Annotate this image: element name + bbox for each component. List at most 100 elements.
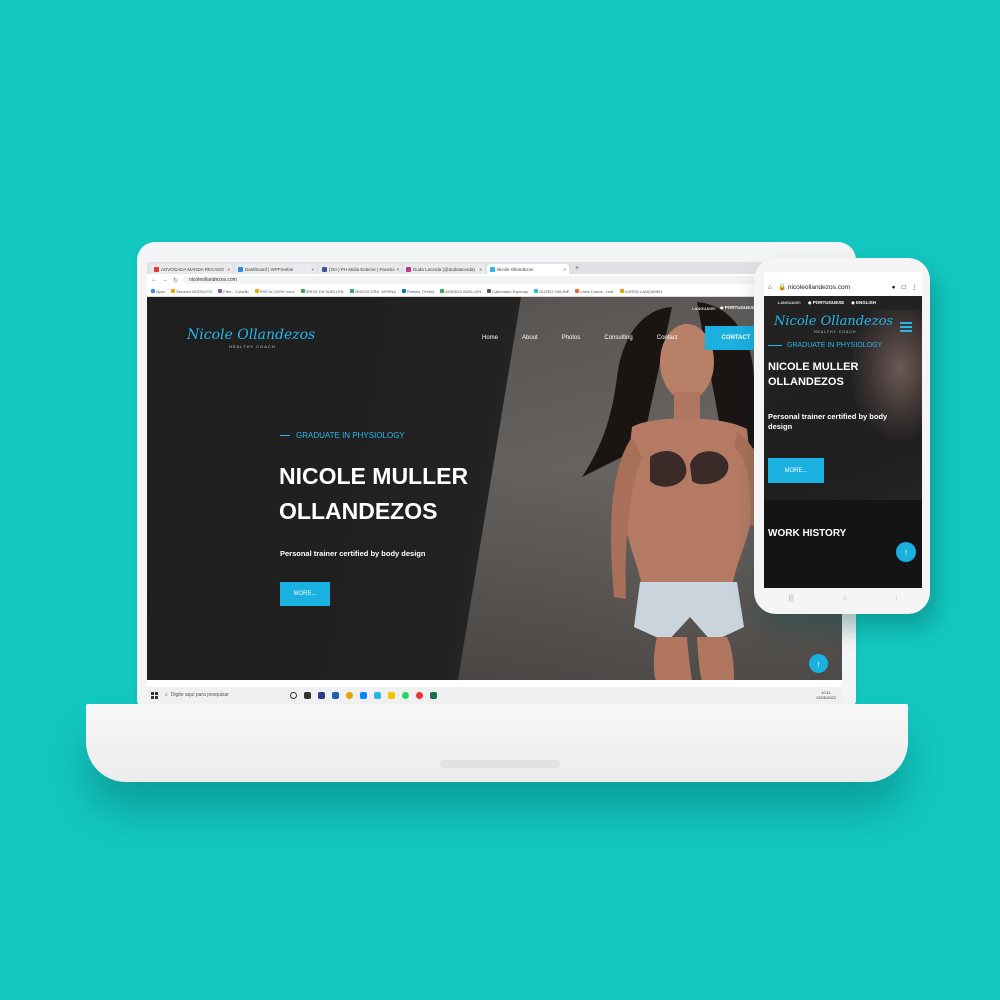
app-icon[interactable] bbox=[374, 691, 381, 699]
bookmark-label: Free - Colorlib bbox=[223, 288, 249, 294]
clock-date: 12/05/2022 bbox=[815, 695, 836, 700]
close-icon[interactable]: × bbox=[309, 267, 314, 272]
search-icon: ⌕ bbox=[165, 692, 168, 698]
browser-tab-active[interactable]: Nicole Ollandezos × bbox=[487, 264, 569, 274]
bookmark-item[interactable]: VÍDEOS DRA. MYRNA bbox=[349, 288, 396, 294]
bookmarks-bar: Apps Servidor NODDUTO Free - Colorlib RS… bbox=[147, 286, 842, 297]
home-button-icon[interactable]: ○ bbox=[842, 595, 846, 602]
whatsapp-icon[interactable] bbox=[402, 691, 409, 699]
windows-taskbar: ⌕ Digite aqui para pesquisar 10:11 12/05/2… bbox=[147, 687, 842, 703]
nav-item-photos[interactable]: Photos bbox=[562, 335, 581, 341]
more-button[interactable]: MORE... bbox=[280, 582, 330, 606]
back-icon[interactable]: ‹ bbox=[895, 595, 897, 602]
logo-tagline: HEALTHY COACH bbox=[814, 330, 857, 334]
photoshop-icon[interactable] bbox=[318, 691, 325, 699]
system-tray-clock[interactable]: 10:11 12/05/2022 bbox=[816, 690, 842, 700]
microphone-icon[interactable]: ● bbox=[892, 284, 896, 291]
bookmark-item[interactable]: Calendário Exploraç bbox=[487, 289, 528, 294]
home-icon[interactable]: ⌂ bbox=[768, 284, 772, 291]
apps-icon bbox=[151, 289, 155, 293]
bookmark-icon bbox=[575, 289, 580, 293]
phone-device: ⌂ 🔒 nicoleollandezos.com ● □ ⋮ LANGUAGE:… bbox=[754, 258, 930, 614]
accent-line bbox=[280, 435, 290, 436]
close-icon[interactable]: × bbox=[225, 267, 230, 272]
taskbar-search[interactable]: ⌕ Digite aqui para pesquisar bbox=[165, 692, 283, 698]
phone-nav-bar: ||| ○ ‹ bbox=[764, 588, 922, 608]
browser-tab[interactable]: ADVOGADA MANDA RECADO × bbox=[151, 264, 233, 274]
more-menu-icon[interactable]: ⋮ bbox=[912, 283, 919, 291]
hamburger-menu-icon[interactable] bbox=[900, 322, 912, 334]
language-selector-portuguese[interactable]: ◆ PORTUGUESE bbox=[720, 305, 756, 311]
browser-tab[interactable]: Duda Lacerda (@dudalacerda) × bbox=[403, 264, 485, 274]
main-nav: Home About Photos Consulting Contact bbox=[482, 335, 677, 341]
bookmark-item[interactable]: DRIVE DA SUELLEN bbox=[300, 289, 344, 294]
language-option-portuguese[interactable]: ◆ PORTUGUESE bbox=[808, 300, 844, 306]
close-icon[interactable]: × bbox=[561, 267, 566, 272]
bookmark-item[interactable]: AGENDA SUELLEN bbox=[440, 289, 481, 294]
bookmark-item[interactable]: CURSO LANÇAMEN bbox=[619, 288, 663, 294]
nav-item-contact[interactable]: Contact bbox=[657, 335, 678, 341]
trello-icon bbox=[401, 289, 406, 293]
bookmark-item[interactable]: GUZEO ONLINE bbox=[534, 289, 569, 294]
phone-language-bar: LANGUAGE: ◆ PORTUGUESE ◆ ENGLISH bbox=[778, 300, 876, 306]
site-logo[interactable]: Nicole Ollandezos bbox=[774, 314, 893, 329]
bookmark-label: Lives Curtos - Hott bbox=[580, 288, 614, 294]
phone-url[interactable]: 🔒 nicoleollandezos.com bbox=[778, 283, 886, 291]
youtube-icon bbox=[154, 266, 159, 272]
nav-item-home[interactable]: Home bbox=[482, 335, 498, 341]
browser-tab[interactable]: Dashboard | WPFreebie × bbox=[235, 264, 317, 274]
laptop-screen: ADVOGADA MANDA RECADO × Dashboard | WPFre… bbox=[147, 262, 842, 703]
bookmark-item[interactable]: Lives Curtos - Hott bbox=[575, 288, 614, 294]
more-button[interactable]: MORE... bbox=[768, 458, 824, 483]
scroll-top-icon[interactable]: ↑ bbox=[896, 542, 916, 562]
forward-icon[interactable]: → bbox=[162, 277, 168, 283]
windows-start-icon[interactable] bbox=[151, 691, 158, 699]
hero-subtitle-text: GRADUATE IN PHYSIOLOGY bbox=[296, 431, 405, 440]
edge-icon[interactable] bbox=[360, 691, 367, 699]
site-logo[interactable]: Nicole Ollandezos bbox=[187, 327, 315, 343]
bookmark-icon bbox=[487, 289, 492, 293]
tabs-icon[interactable]: □ bbox=[902, 284, 906, 291]
folder-icon[interactable] bbox=[388, 691, 395, 699]
laptop-notch bbox=[440, 760, 560, 768]
new-tab-button[interactable]: + bbox=[571, 264, 583, 274]
close-icon[interactable]: × bbox=[395, 267, 400, 272]
scroll-top-icon[interactable]: ↑ bbox=[809, 654, 828, 673]
bookmark-icon bbox=[171, 289, 176, 293]
language-option-english[interactable]: ◆ ENGLISH bbox=[851, 300, 876, 306]
language-label: LANGUAGE: bbox=[692, 306, 717, 311]
bookmark-label: VÍDEOS DRA. MYRNA bbox=[354, 288, 396, 294]
tab-label: (20+) PH Midia Exterior | Facebo bbox=[329, 266, 395, 272]
bookmark-item[interactable]: Servidor NODDUTO bbox=[171, 289, 212, 294]
hero-subtitle: GRADUATE IN PHYSIOLOGY bbox=[768, 342, 882, 349]
nav-item-about[interactable]: About bbox=[522, 335, 538, 341]
website-hero: Nicole Ollandezos HEALTHY COACH LANGUAGE… bbox=[147, 297, 842, 680]
reload-icon[interactable]: ↻ bbox=[173, 277, 178, 284]
app-icon[interactable] bbox=[332, 691, 339, 699]
chrome-icon[interactable] bbox=[416, 691, 423, 699]
drive-icon bbox=[300, 289, 305, 293]
close-icon[interactable]: × bbox=[477, 267, 482, 272]
back-icon[interactable]: ← bbox=[151, 277, 157, 283]
bookmark-item[interactable]: Apps bbox=[151, 289, 165, 294]
hero-title: NICOLE MULLER OLLANDEZOS bbox=[768, 361, 859, 388]
bookmark-item[interactable]: RSS to CMYK conv bbox=[254, 289, 295, 294]
drive-icon bbox=[349, 289, 354, 293]
excel-icon[interactable] bbox=[430, 691, 437, 699]
browser-tab[interactable]: (20+) PH Midia Exterior | Facebo × bbox=[319, 264, 401, 274]
url-bar[interactable]: nicoleollandezos.com bbox=[183, 276, 838, 284]
chrome-icon[interactable] bbox=[346, 691, 353, 699]
phone-website: LANGUAGE: ◆ PORTUGUESE ◆ ENGLISH Nicole … bbox=[764, 296, 922, 588]
bookmark-label: CURSO LANÇAMEN bbox=[624, 288, 663, 294]
bookmark-label: Apps bbox=[156, 288, 166, 294]
tab-label: ADVOGADA MANDA RECADO bbox=[161, 266, 225, 272]
recent-apps-icon[interactable]: ||| bbox=[788, 595, 793, 602]
bookmark-item[interactable]: Presets (Trello) bbox=[401, 289, 434, 294]
nav-item-consulting[interactable]: Consulting bbox=[604, 335, 632, 341]
bookmark-item[interactable]: Free - Colorlib bbox=[218, 288, 249, 294]
logo-tagline: HEALTHY COACH bbox=[229, 344, 276, 349]
hero-description: Personal trainer certified by body desig… bbox=[768, 412, 888, 431]
cortana-icon[interactable] bbox=[290, 691, 297, 699]
bookmark-icon bbox=[254, 289, 259, 293]
task-view-icon[interactable] bbox=[304, 691, 311, 699]
